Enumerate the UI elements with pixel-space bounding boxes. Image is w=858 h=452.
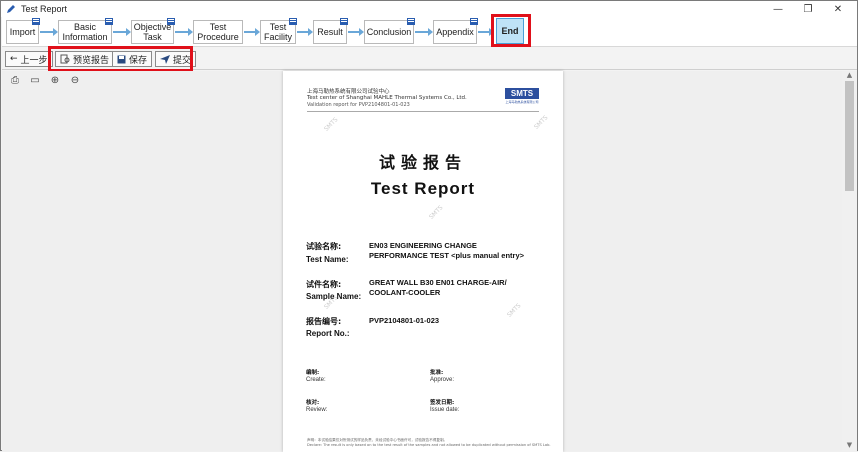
step-label: Appendix bbox=[436, 27, 474, 37]
flow-arrow bbox=[113, 28, 131, 36]
watermark: SMTS bbox=[505, 302, 523, 319]
vertical-scrollbar[interactable]: ▲ ▼ bbox=[842, 71, 857, 451]
test-name-label-cn: 试验名称: bbox=[306, 242, 342, 251]
arrow-left-icon: ← bbox=[10, 54, 18, 64]
scroll-up-icon[interactable]: ▲ bbox=[842, 71, 857, 81]
zoom-out-icon[interactable]: ⊖ bbox=[69, 74, 81, 86]
header-validation: Validation report for PVP2104801-01-023 bbox=[307, 102, 410, 108]
issue-date-label-cn: 签发日期: bbox=[430, 400, 455, 406]
highlight-box-end bbox=[491, 14, 531, 47]
step-appendix[interactable]: Appendix bbox=[433, 18, 478, 44]
sample-name-label-cn: 试件名称: bbox=[306, 280, 342, 289]
step-label: Result bbox=[317, 27, 343, 37]
back-label: 上一步 bbox=[20, 55, 48, 66]
header-company-cn: 上海马勒热系统有限公司试验中心 bbox=[307, 89, 390, 95]
sample-name-label-en: Sample Name: bbox=[306, 292, 362, 301]
flow-arrow bbox=[244, 28, 260, 36]
watermark: SMTS bbox=[322, 116, 340, 133]
flow-arrow bbox=[175, 28, 193, 36]
step-navigation: Import Basic Information Objective Task … bbox=[2, 17, 857, 47]
zoom-in-icon[interactable]: ⊕ bbox=[49, 74, 61, 86]
document-icon bbox=[167, 18, 175, 25]
print-icon[interactable]: ⎙ bbox=[9, 74, 21, 86]
document-icon bbox=[105, 18, 113, 25]
header-company-en: Test center of Shanghai MAHLE Thermal Sy… bbox=[307, 95, 467, 101]
flow-arrow bbox=[348, 28, 364, 36]
report-title-cn: 试验报告 bbox=[378, 153, 467, 172]
test-name-value-line2: PERFORMANCE TEST <plus manual entry> bbox=[369, 251, 525, 260]
report-title-en: Test Report bbox=[370, 179, 476, 198]
step-label: Test Procedure bbox=[197, 22, 239, 42]
smts-logo: SMTS 上海马勒热系统有限公司 bbox=[505, 88, 539, 110]
sample-name-value-line1: GREAT WALL B30 EN01 CHARGE-AIR/ bbox=[369, 278, 507, 287]
issue-date-label-en: Issue date: bbox=[430, 407, 460, 413]
minimize-button[interactable]: — bbox=[763, 1, 793, 17]
pencil-icon bbox=[5, 3, 17, 15]
document-icon bbox=[32, 18, 40, 25]
scroll-down-icon[interactable]: ▼ bbox=[842, 441, 857, 451]
step-label: Import bbox=[9, 27, 36, 37]
step-test-procedure[interactable]: Test Procedure bbox=[193, 20, 243, 44]
footer-en: Declare: The result is only based on to … bbox=[307, 443, 551, 447]
viewer-toolbar: ⎙ ▭ ⊕ ⊖ bbox=[9, 73, 81, 87]
step-test-facility[interactable]: Test Facility bbox=[260, 18, 297, 44]
step-label: Conclusion bbox=[366, 27, 412, 37]
document-icon bbox=[470, 18, 478, 25]
app-window: Test Report — ❐ ✕ Import Basic Informati… bbox=[0, 0, 858, 452]
maximize-button[interactable]: ❐ bbox=[793, 1, 823, 17]
report-footer: 声明：本试验结果仅对所测试的样品负责，未经试验中心书面许可，试验报告不得复制。 … bbox=[307, 438, 557, 448]
create-label-en: Create: bbox=[306, 377, 326, 383]
flow-arrow bbox=[40, 28, 58, 36]
document-icon bbox=[407, 18, 415, 25]
create-label-cn: 编制: bbox=[306, 370, 320, 376]
close-button[interactable]: ✕ bbox=[823, 1, 853, 17]
document-icon bbox=[340, 18, 348, 25]
sample-name-value-line2: COOLANT-COOLER bbox=[369, 288, 441, 297]
step-conclusion[interactable]: Conclusion bbox=[364, 18, 415, 44]
step-basic-information[interactable]: Basic Information bbox=[58, 18, 113, 44]
watermark: SMTS bbox=[427, 204, 445, 221]
review-label-cn: 核对: bbox=[306, 400, 320, 406]
test-name-label-en: Test Name: bbox=[306, 255, 349, 264]
review-label-en: Review: bbox=[306, 407, 328, 413]
step-label: Basic Information bbox=[62, 22, 108, 42]
report-no-label-cn: 报告编号: bbox=[306, 317, 342, 326]
comment-icon[interactable]: ▭ bbox=[29, 74, 41, 86]
header-divider bbox=[307, 111, 539, 112]
logo-subtitle: 上海马勒热系统有限公司 bbox=[505, 100, 539, 104]
title-bar: Test Report — ❐ ✕ bbox=[1, 1, 857, 17]
scrollbar-thumb[interactable] bbox=[845, 81, 854, 191]
logo-text: SMTS bbox=[505, 88, 539, 99]
report-page: 上海马勒热系统有限公司试验中心 Test center of Shanghai … bbox=[283, 71, 563, 452]
flow-arrow bbox=[297, 28, 313, 36]
step-import[interactable]: Import bbox=[6, 18, 40, 44]
document-icon bbox=[289, 18, 297, 25]
report-no-value: PVP2104801-01-023 bbox=[369, 316, 440, 325]
report-no-label-en: Report No.: bbox=[306, 329, 350, 338]
flow-arrow bbox=[415, 28, 433, 36]
watermark: SMTS bbox=[532, 114, 550, 131]
back-button[interactable]: ← 上一步 bbox=[5, 51, 53, 67]
flow-arrow bbox=[478, 28, 494, 36]
highlight-box-toolbar bbox=[48, 46, 193, 72]
test-name-value-line1: EN03 ENGINEERING CHANGE bbox=[369, 241, 477, 250]
step-objective-task[interactable]: Objective Task bbox=[131, 18, 175, 44]
approve-label-en: Approve: bbox=[430, 377, 455, 383]
step-result[interactable]: Result bbox=[313, 18, 348, 44]
approve-label-cn: 批准: bbox=[430, 370, 444, 376]
window-title: Test Report bbox=[21, 4, 68, 14]
